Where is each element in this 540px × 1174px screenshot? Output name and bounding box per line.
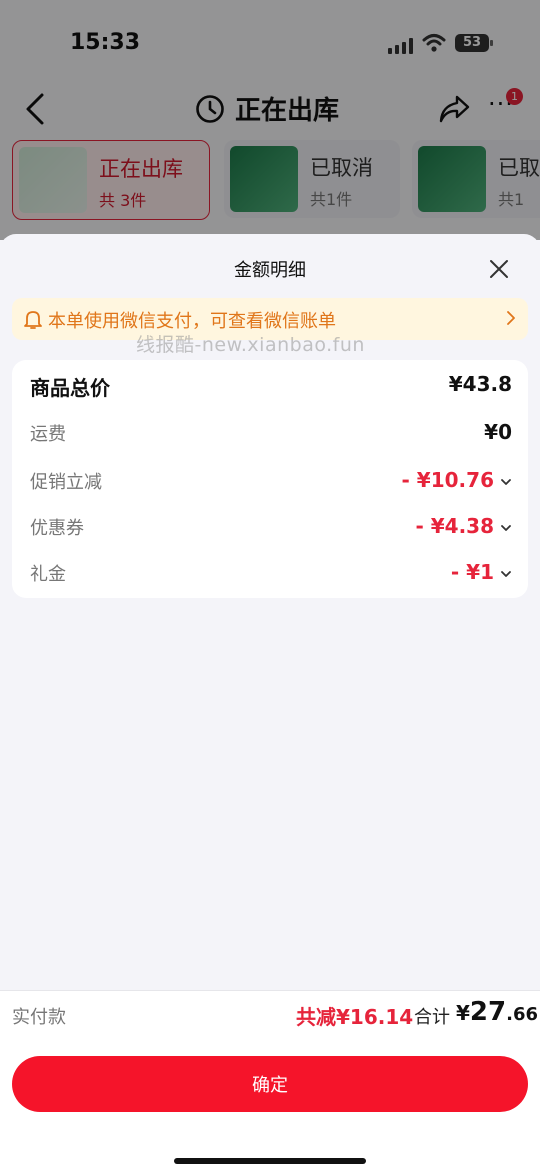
row-label: 运费: [30, 424, 66, 445]
row-value: - ¥1: [450, 560, 494, 584]
chevron-down-icon: [501, 525, 511, 531]
bottom-action-area: 确定: [0, 1038, 540, 1174]
total-decimal: .66: [506, 1004, 538, 1025]
row-coupon[interactable]: 优惠券 - ¥4.38: [30, 514, 512, 544]
row-value: ¥0: [484, 420, 512, 444]
row-goods-total: 商品总价 ¥43.8: [30, 372, 512, 402]
row-shipping: 运费 ¥0: [30, 420, 512, 450]
payment-summary-bar: 实付款 共减¥16.14 合计 ¥27.66: [0, 990, 540, 1040]
row-value: - ¥4.38: [415, 514, 494, 538]
row-label: 优惠券: [30, 518, 84, 539]
row-promotion[interactable]: 促销立减 - ¥10.76: [30, 468, 512, 498]
row-gift-money[interactable]: 礼金 - ¥1: [30, 560, 512, 590]
total-currency: ¥: [456, 1001, 470, 1025]
price-breakdown-card: 商品总价 ¥43.8 运费 ¥0 促销立减 - ¥10.76 优惠券 - ¥4.…: [12, 360, 528, 598]
row-label: 促销立减: [30, 472, 102, 493]
total-integer: 27: [469, 997, 507, 1027]
total-discount: 共减¥16.14: [296, 1005, 414, 1029]
row-label: 礼金: [30, 564, 66, 585]
paid-label: 实付款: [12, 1007, 66, 1028]
chevron-right-icon: [507, 311, 515, 325]
home-indicator: [174, 1158, 366, 1164]
row-value: - ¥10.76: [401, 468, 494, 492]
dim-overlay[interactable]: [0, 0, 540, 240]
chevron-down-icon: [501, 571, 511, 577]
amount-detail-sheet: 金额明细 本单使用微信支付，可查看微信账单 线报酷-new.xianbao.fu…: [0, 234, 540, 1174]
total-amount: ¥27.66: [456, 997, 538, 1027]
total-label: 合计: [414, 1007, 450, 1028]
watermark: 线报酷-new.xianbao.fun: [136, 334, 365, 356]
confirm-button[interactable]: 确定: [12, 1056, 528, 1112]
chevron-down-icon: [501, 479, 511, 485]
close-icon[interactable]: [488, 258, 510, 280]
row-label: 商品总价: [30, 376, 110, 400]
bell-icon: [24, 311, 42, 329]
sheet-title: 金额明细: [234, 260, 306, 281]
row-value: ¥43.8: [448, 372, 512, 396]
